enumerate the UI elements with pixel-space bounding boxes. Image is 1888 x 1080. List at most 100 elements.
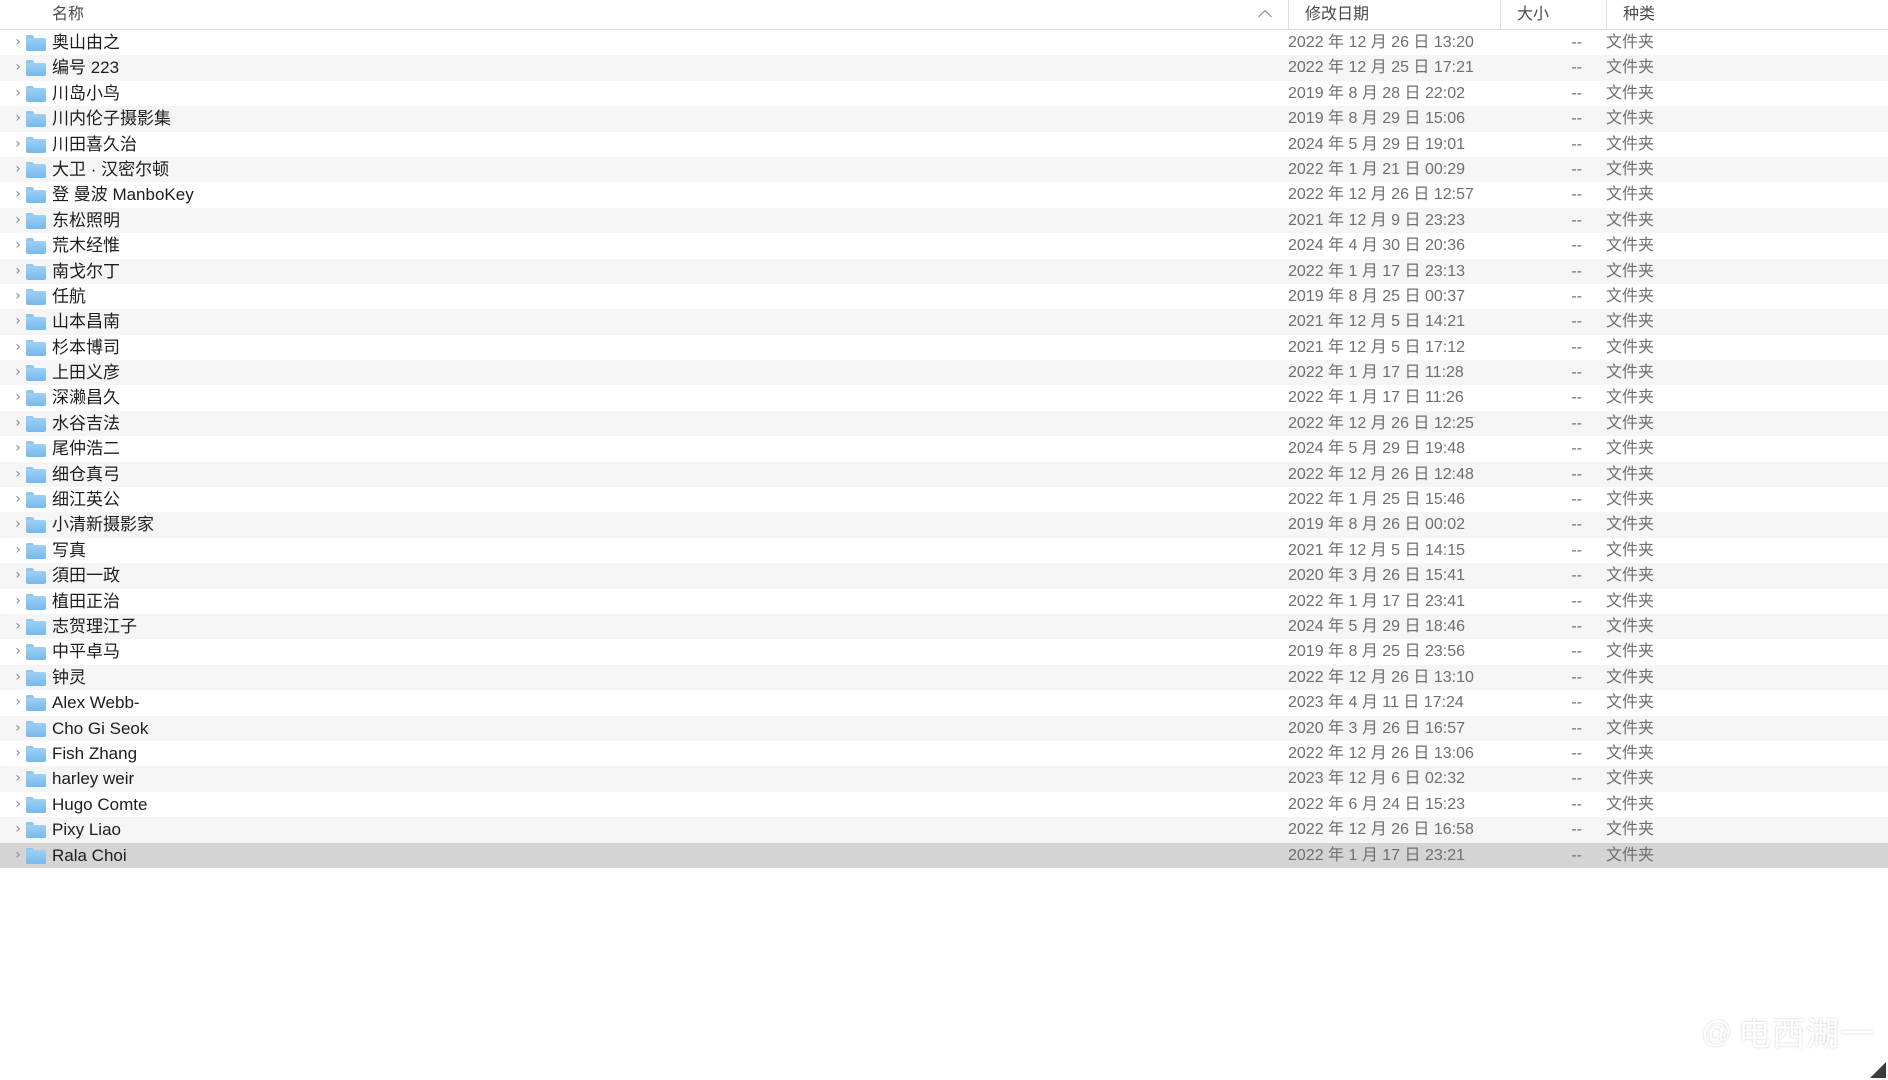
file-row[interactable]: ›钟灵2022 年 12 月 26 日 13:10--文件夹 [0,665,1888,690]
disclosure-triangle-icon[interactable]: › [8,411,28,436]
file-row[interactable]: ›小清新摄影家2019 年 8 月 26 日 00:02--文件夹 [0,512,1888,537]
column-header-size[interactable]: 大小 [1500,0,1606,29]
file-name[interactable]: 尾仲浩二 [52,436,1252,461]
column-header-date-modified[interactable]: 修改日期 [1288,0,1500,29]
file-name[interactable]: 志贺理江子 [52,614,1252,639]
file-name[interactable]: 深濑昌久 [52,385,1252,410]
file-name[interactable]: Rala Choi [52,843,1252,868]
column-header-kind[interactable]: 种类 [1606,0,1888,29]
disclosure-triangle-icon[interactable]: › [8,157,28,182]
file-name[interactable]: 中平卓马 [52,639,1252,664]
disclosure-triangle-icon[interactable]: › [8,55,28,80]
file-row[interactable]: ›志贺理江子2024 年 5 月 29 日 18:46--文件夹 [0,614,1888,639]
disclosure-triangle-icon[interactable]: › [8,512,28,537]
file-row[interactable]: ›Rala Choi2022 年 1 月 17 日 23:21--文件夹 [0,843,1888,868]
file-row[interactable]: ›山本昌南2021 年 12 月 5 日 14:21--文件夹 [0,309,1888,334]
window-resize-grip[interactable] [1870,1062,1886,1078]
file-name[interactable]: 川田喜久治 [52,132,1252,157]
file-row[interactable]: ›深濑昌久2022 年 1 月 17 日 11:26--文件夹 [0,385,1888,410]
file-name[interactable]: 上田义彦 [52,360,1252,385]
disclosure-triangle-icon[interactable]: › [8,284,28,309]
file-name[interactable]: 水谷吉法 [52,411,1252,436]
file-name[interactable]: 细仓真弓 [52,462,1252,487]
file-name[interactable]: 植田正治 [52,589,1252,614]
file-name[interactable]: 大卫 · 汉密尔顿 [52,157,1252,182]
file-name[interactable]: 钟灵 [52,665,1252,690]
disclosure-triangle-icon[interactable]: › [8,208,28,233]
file-row[interactable]: ›Pixy Liao2022 年 12 月 26 日 16:58--文件夹 [0,817,1888,842]
disclosure-triangle-icon[interactable]: › [8,81,28,106]
disclosure-triangle-icon[interactable]: › [8,716,28,741]
file-name[interactable]: 南戈尔丁 [52,259,1252,284]
file-name[interactable]: 川内伦子摄影集 [52,106,1252,131]
disclosure-triangle-icon[interactable]: › [8,30,28,55]
file-name[interactable]: 奥山由之 [52,30,1252,55]
file-row[interactable]: ›川岛小鸟2019 年 8 月 28 日 22:02--文件夹 [0,81,1888,106]
disclosure-triangle-icon[interactable]: › [8,792,28,817]
file-name[interactable]: 荒木经惟 [52,233,1252,258]
file-row[interactable]: ›任航2019 年 8 月 25 日 00:37--文件夹 [0,284,1888,309]
column-header-name[interactable]: 名称 [0,0,1288,29]
disclosure-triangle-icon[interactable]: › [8,309,28,334]
file-row[interactable]: ›須田一政2020 年 3 月 26 日 15:41--文件夹 [0,563,1888,588]
file-row[interactable]: ›川田喜久治2024 年 5 月 29 日 19:01--文件夹 [0,132,1888,157]
file-row[interactable]: ›中平卓马2019 年 8 月 25 日 23:56--文件夹 [0,639,1888,664]
disclosure-triangle-icon[interactable]: › [8,538,28,563]
file-row[interactable]: ›川内伦子摄影集2019 年 8 月 29 日 15:06--文件夹 [0,106,1888,131]
disclosure-triangle-icon[interactable]: › [8,639,28,664]
file-name[interactable]: Cho Gi Seok [52,716,1252,741]
disclosure-triangle-icon[interactable]: › [8,436,28,461]
file-name[interactable]: Fish Zhang [52,741,1252,766]
disclosure-triangle-icon[interactable]: › [8,741,28,766]
file-name[interactable]: harley weir [52,766,1252,791]
file-name[interactable]: 杉本博司 [52,335,1252,360]
disclosure-triangle-icon[interactable]: › [8,766,28,791]
disclosure-triangle-icon[interactable]: › [8,614,28,639]
file-row[interactable]: ›Alex Webb-2023 年 4 月 11 日 17:24--文件夹 [0,690,1888,715]
file-row[interactable]: ›植田正治2022 年 1 月 17 日 23:41--文件夹 [0,589,1888,614]
file-row[interactable]: ›编号 2232022 年 12 月 25 日 17:21--文件夹 [0,55,1888,80]
file-name[interactable]: Hugo Comte [52,792,1252,817]
disclosure-triangle-icon[interactable]: › [8,233,28,258]
file-name[interactable]: 山本昌南 [52,309,1252,334]
disclosure-triangle-icon[interactable]: › [8,843,28,868]
disclosure-triangle-icon[interactable]: › [8,589,28,614]
file-row[interactable]: ›细仓真弓2022 年 12 月 26 日 12:48--文件夹 [0,462,1888,487]
disclosure-triangle-icon[interactable]: › [8,132,28,157]
file-row[interactable]: ›细江英公2022 年 1 月 25 日 15:46--文件夹 [0,487,1888,512]
file-name[interactable]: Alex Webb- [52,690,1252,715]
file-name[interactable]: 須田一政 [52,563,1252,588]
file-name[interactable]: 编号 223 [52,55,1252,80]
file-name[interactable]: 细江英公 [52,487,1252,512]
disclosure-triangle-icon[interactable]: › [8,665,28,690]
disclosure-triangle-icon[interactable]: › [8,335,28,360]
disclosure-triangle-icon[interactable]: › [8,259,28,284]
file-name[interactable]: 小清新摄影家 [52,512,1252,537]
file-row[interactable]: ›大卫 · 汉密尔顿2022 年 1 月 21 日 00:29--文件夹 [0,157,1888,182]
file-name[interactable]: 写真 [52,538,1252,563]
disclosure-triangle-icon[interactable]: › [8,487,28,512]
file-row[interactable]: ›上田义彦2022 年 1 月 17 日 11:28--文件夹 [0,360,1888,385]
file-row[interactable]: ›尾仲浩二2024 年 5 月 29 日 19:48--文件夹 [0,436,1888,461]
file-name[interactable]: 川岛小鸟 [52,81,1252,106]
disclosure-triangle-icon[interactable]: › [8,690,28,715]
file-row[interactable]: ›杉本博司2021 年 12 月 5 日 17:12--文件夹 [0,335,1888,360]
disclosure-triangle-icon[interactable]: › [8,106,28,131]
file-row[interactable]: ›Cho Gi Seok2020 年 3 月 26 日 16:57--文件夹 [0,716,1888,741]
file-row[interactable]: ›写真2021 年 12 月 5 日 14:15--文件夹 [0,538,1888,563]
disclosure-triangle-icon[interactable]: › [8,563,28,588]
file-row[interactable]: ›荒木经惟2024 年 4 月 30 日 20:36--文件夹 [0,233,1888,258]
file-row[interactable]: ›东松照明2021 年 12 月 9 日 23:23--文件夹 [0,208,1888,233]
file-row[interactable]: ›南戈尔丁2022 年 1 月 17 日 23:13--文件夹 [0,259,1888,284]
disclosure-triangle-icon[interactable]: › [8,817,28,842]
file-row[interactable]: ›奥山由之2022 年 12 月 26 日 13:20--文件夹 [0,30,1888,55]
sort-ascending-icon[interactable] [1255,0,1275,29]
file-name[interactable]: 任航 [52,284,1252,309]
disclosure-triangle-icon[interactable]: › [8,360,28,385]
disclosure-triangle-icon[interactable]: › [8,462,28,487]
file-name[interactable]: Pixy Liao [52,817,1252,842]
file-name[interactable]: 登 曼波 ManboKey [52,182,1252,207]
file-row[interactable]: ›harley weir2023 年 12 月 6 日 02:32--文件夹 [0,766,1888,791]
file-row[interactable]: ›登 曼波 ManboKey2022 年 12 月 26 日 12:57--文件… [0,182,1888,207]
file-name[interactable]: 东松照明 [52,208,1252,233]
